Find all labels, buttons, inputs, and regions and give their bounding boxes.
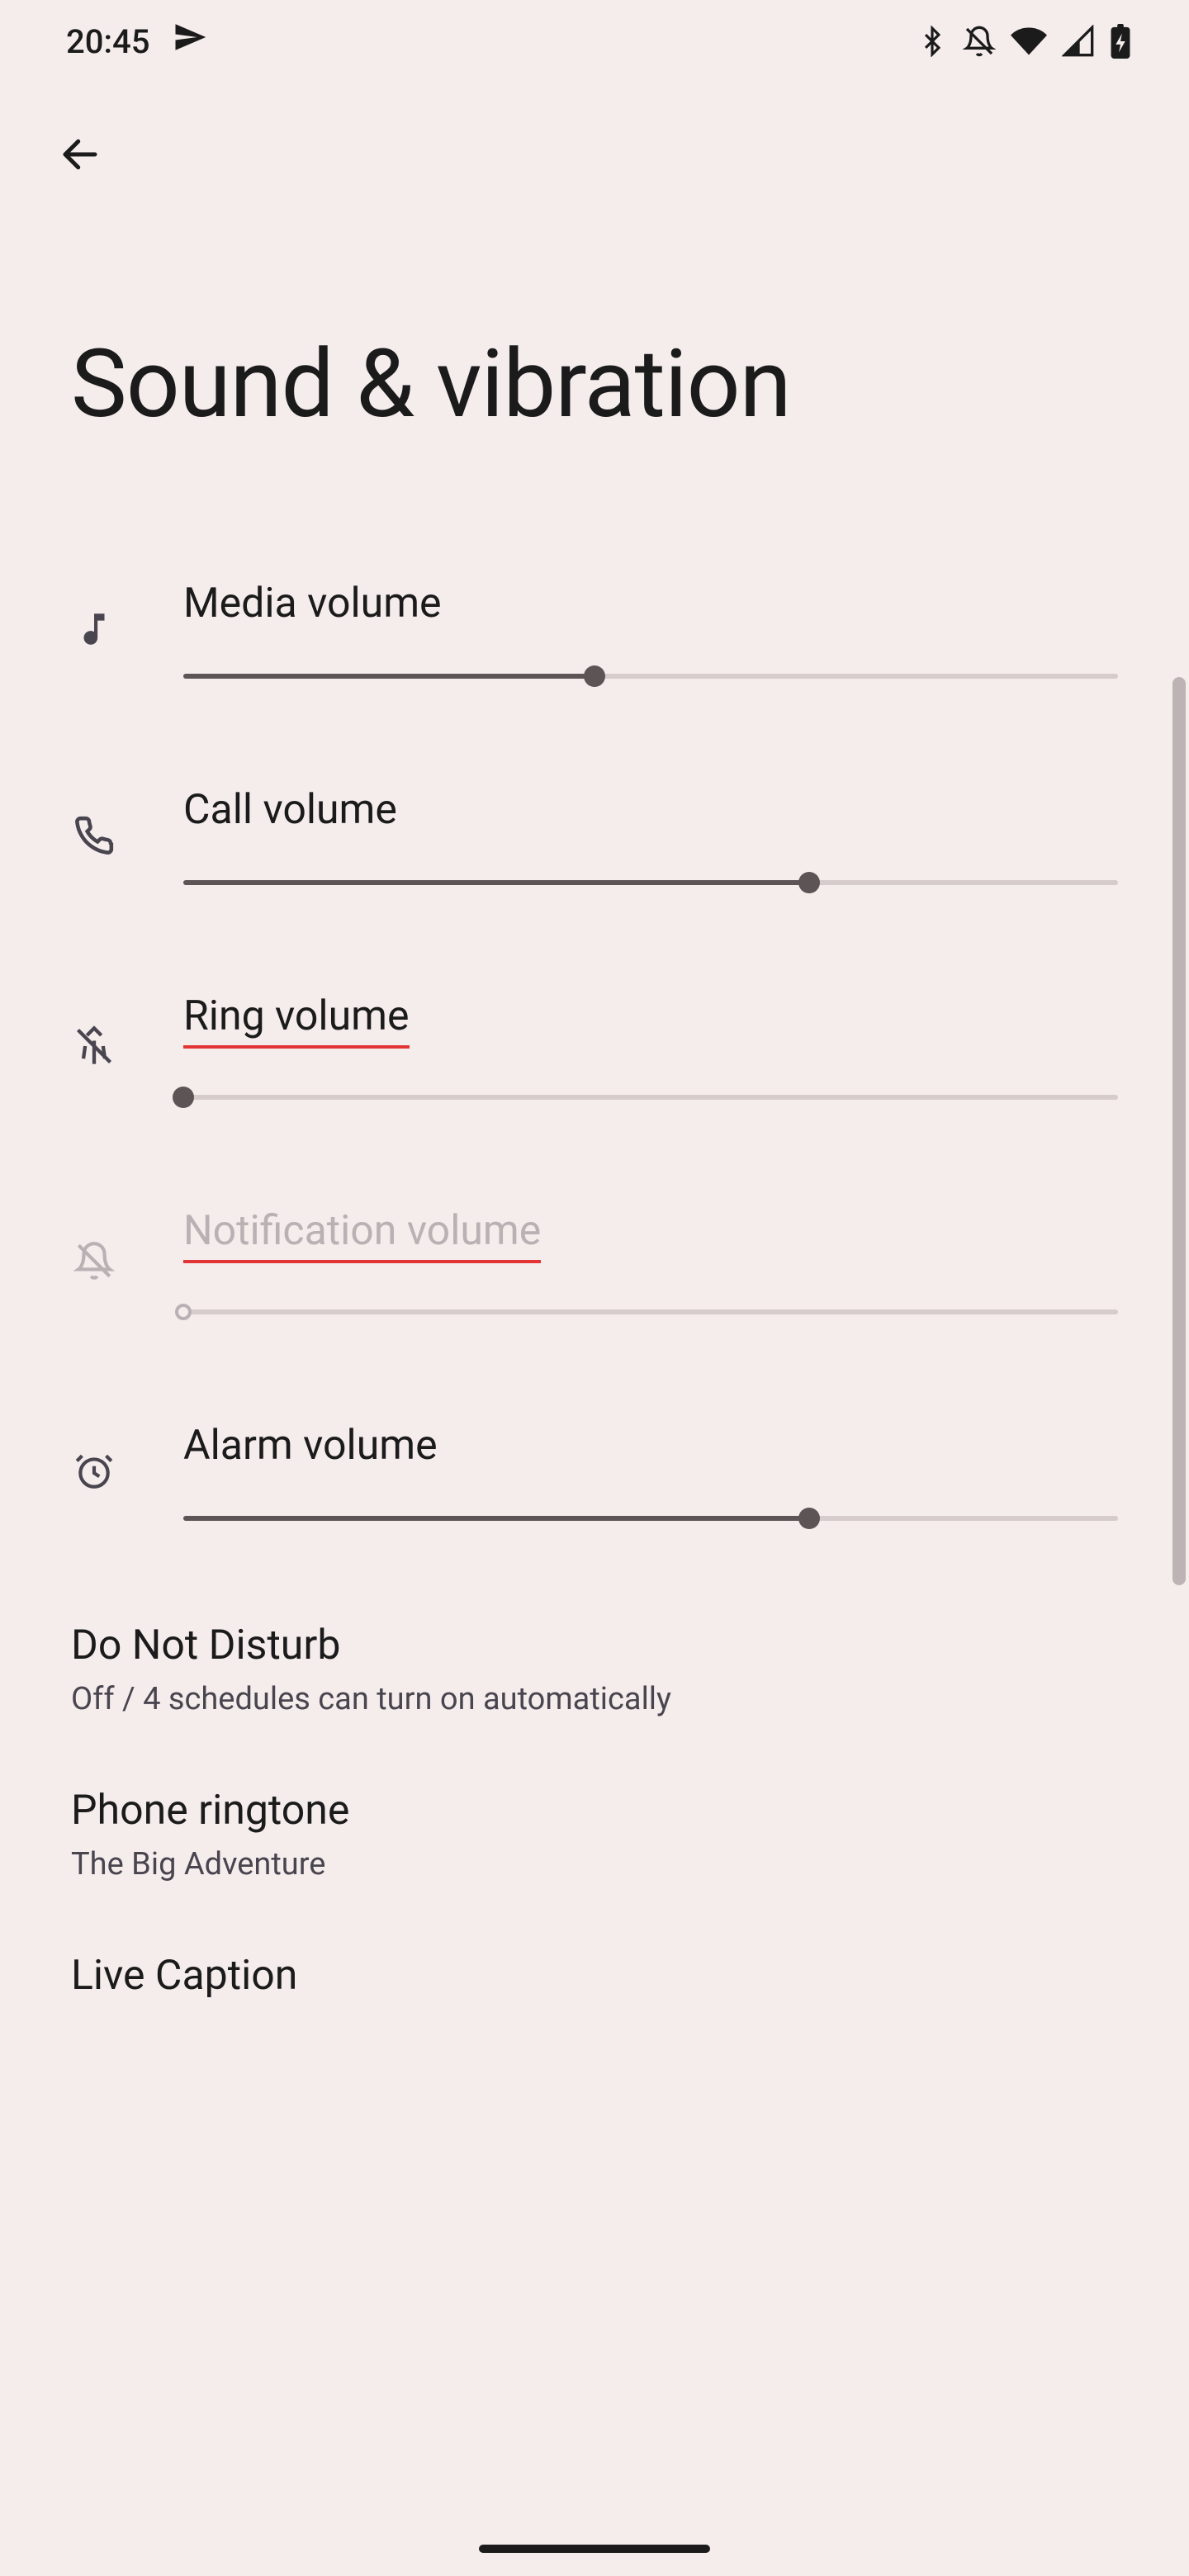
back-button[interactable] [58, 164, 102, 180]
phone-icon [71, 812, 117, 859]
dnd-bell-off-icon [963, 25, 996, 58]
scroll-indicator [1172, 677, 1186, 1585]
alarm-volume-row: Alarm volume [71, 1380, 1118, 1587]
call-volume-row: Call volume [71, 745, 1118, 951]
ring-volume-slider[interactable] [183, 1095, 1118, 1100]
app-bar [0, 83, 1189, 213]
live-caption-item[interactable]: Live Caption [71, 1917, 1118, 2034]
call-volume-label: Call volume [183, 786, 1118, 834]
alarm-volume-slider[interactable] [183, 1516, 1118, 1521]
alarm-clock-icon [71, 1448, 117, 1494]
ringtone-title: Phone ringtone [71, 1787, 1118, 1835]
alarm-volume-label: Alarm volume [183, 1422, 1118, 1470]
music-note-icon [71, 606, 117, 652]
do-not-disturb-item[interactable]: Do Not Disturb Off / 4 schedules can tur… [71, 1587, 1118, 1752]
media-volume-label: Media volume [183, 580, 1118, 627]
ringtone-subtitle: The Big Adventure [71, 1846, 1118, 1882]
telegram-icon [173, 20, 207, 63]
signal-icon [1062, 25, 1095, 58]
bell-off-icon [71, 1238, 117, 1284]
dnd-subtitle: Off / 4 schedules can turn on automatica… [71, 1681, 1118, 1717]
battery-charging-icon [1110, 24, 1131, 59]
media-volume-slider[interactable] [183, 674, 1118, 679]
dnd-title: Do Not Disturb [71, 1622, 1118, 1669]
ring-volume-row: Ring volume [71, 951, 1118, 1166]
notification-volume-row: Notification volume [71, 1166, 1118, 1380]
media-volume-row: Media volume [71, 538, 1118, 745]
status-bar: 20:45 [0, 0, 1189, 83]
vibrate-off-icon [71, 1023, 117, 1069]
notification-volume-slider [183, 1309, 1118, 1314]
gesture-nav-pill[interactable] [479, 2545, 710, 2553]
live-caption-title: Live Caption [71, 1952, 1118, 2000]
phone-ringtone-item[interactable]: Phone ringtone The Big Adventure [71, 1752, 1118, 1917]
bluetooth-icon [917, 26, 948, 57]
page-title: Sound & vibration [0, 213, 1189, 538]
call-volume-slider[interactable] [183, 880, 1118, 885]
ring-volume-label: Ring volume [183, 992, 410, 1049]
notification-volume-label: Notification volume [183, 1207, 541, 1263]
wifi-icon [1011, 23, 1047, 59]
status-time: 20:45 [66, 22, 149, 61]
